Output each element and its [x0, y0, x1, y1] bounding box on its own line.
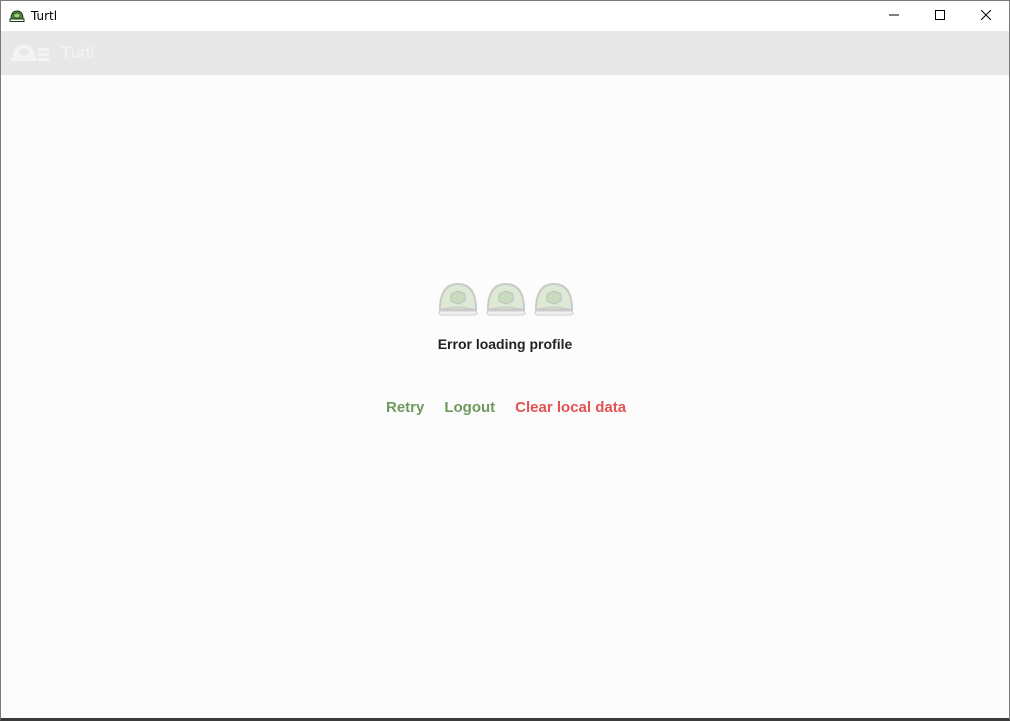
turtle-shell-icon — [485, 278, 527, 322]
turtle-shell-icon — [533, 278, 575, 322]
clear-local-data-link[interactable]: Clear local data — [515, 399, 626, 416]
turtl-menu-icon[interactable] — [9, 40, 51, 66]
turtle-shell-icon — [437, 278, 479, 322]
app-title: Turtl — [61, 43, 95, 62]
turtl-app-icon — [9, 8, 25, 24]
maximize-icon — [935, 7, 945, 25]
loading-indicator — [437, 278, 577, 324]
close-icon — [980, 7, 992, 25]
minimize-button[interactable] — [871, 1, 917, 31]
minimize-icon — [889, 7, 899, 25]
error-actions: Retry Logout Clear local data — [386, 399, 626, 416]
app-window: Turtl Turtl Error loading profile Retry … — [0, 0, 1010, 721]
window-titlebar[interactable]: Turtl — [1, 1, 1009, 31]
logout-link[interactable]: Logout — [444, 399, 495, 416]
window-title: Turtl — [31, 9, 58, 23]
close-button[interactable] — [963, 1, 1009, 31]
error-message: Error loading profile — [437, 336, 573, 352]
window-controls — [871, 1, 1009, 31]
retry-link[interactable]: Retry — [386, 399, 424, 416]
main-content: Error loading profile Retry Logout Clear… — [1, 75, 1009, 718]
app-header: Turtl — [1, 31, 1009, 75]
maximize-button[interactable] — [917, 1, 963, 31]
